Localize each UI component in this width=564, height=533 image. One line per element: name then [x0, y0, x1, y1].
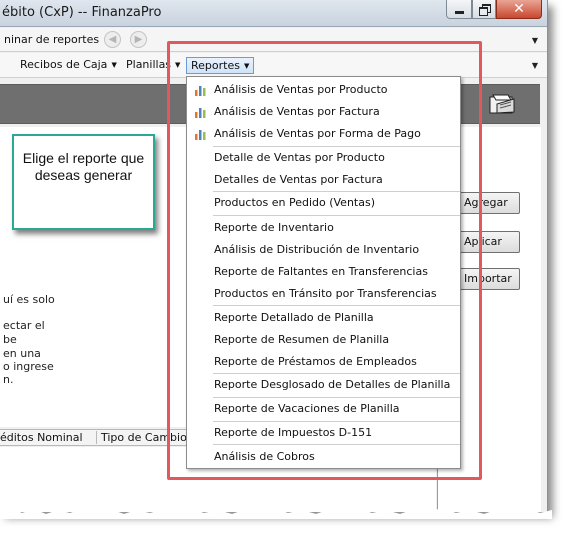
instruction-text-line: o ingrese	[3, 360, 54, 373]
instruction-text-line: n.	[3, 373, 14, 386]
back-arrow-icon: ◀	[108, 34, 117, 45]
restore-icon	[478, 4, 491, 16]
restore-button[interactable]	[472, 0, 496, 19]
menu-overflow-dropdown-icon[interactable]: ▼	[532, 61, 538, 70]
instruction-text-line: ectar el	[3, 319, 45, 332]
minimize-icon	[454, 10, 464, 14]
chevron-down-icon: ▼	[111, 61, 117, 69]
instruction-callout: Elige el reporte que deseas generar	[12, 134, 155, 230]
forward-arrow-icon: ▶	[134, 34, 143, 45]
close-button[interactable]: ✕	[496, 0, 542, 19]
instruction-text-line: be	[3, 333, 17, 346]
window-title: ébito (CxP) -- FinanzaPro	[2, 5, 162, 20]
tab-list-dropdown-icon[interactable]: ▼	[532, 36, 538, 45]
callout-text: Elige el reporte que deseas generar	[22, 150, 145, 183]
tab-reportes[interactable]: ninar de reportes	[4, 33, 99, 46]
menu-recibos-label: Recibos de Caja	[20, 58, 108, 71]
highlight-frame	[167, 41, 482, 480]
back-button[interactable]: ◀	[104, 31, 121, 48]
menu-recibos-de-caja[interactable]: Recibos de Caja ▼	[16, 57, 121, 74]
instruction-text-line: uí es solo	[3, 293, 55, 306]
torn-edge-decoration	[0, 508, 552, 519]
menu-planillas-label: Planillas	[126, 58, 172, 71]
instruction-text-line: en una	[3, 347, 41, 360]
folder-document-icon	[489, 94, 515, 114]
minimize-button[interactable]	[446, 0, 472, 19]
column-header-creditos-nominal[interactable]: éditos Nominal	[0, 431, 83, 444]
close-icon: ✕	[513, 1, 525, 17]
title-bar: ébito (CxP) -- FinanzaPro ✕	[0, 0, 547, 27]
forward-button[interactable]: ▶	[130, 31, 147, 48]
